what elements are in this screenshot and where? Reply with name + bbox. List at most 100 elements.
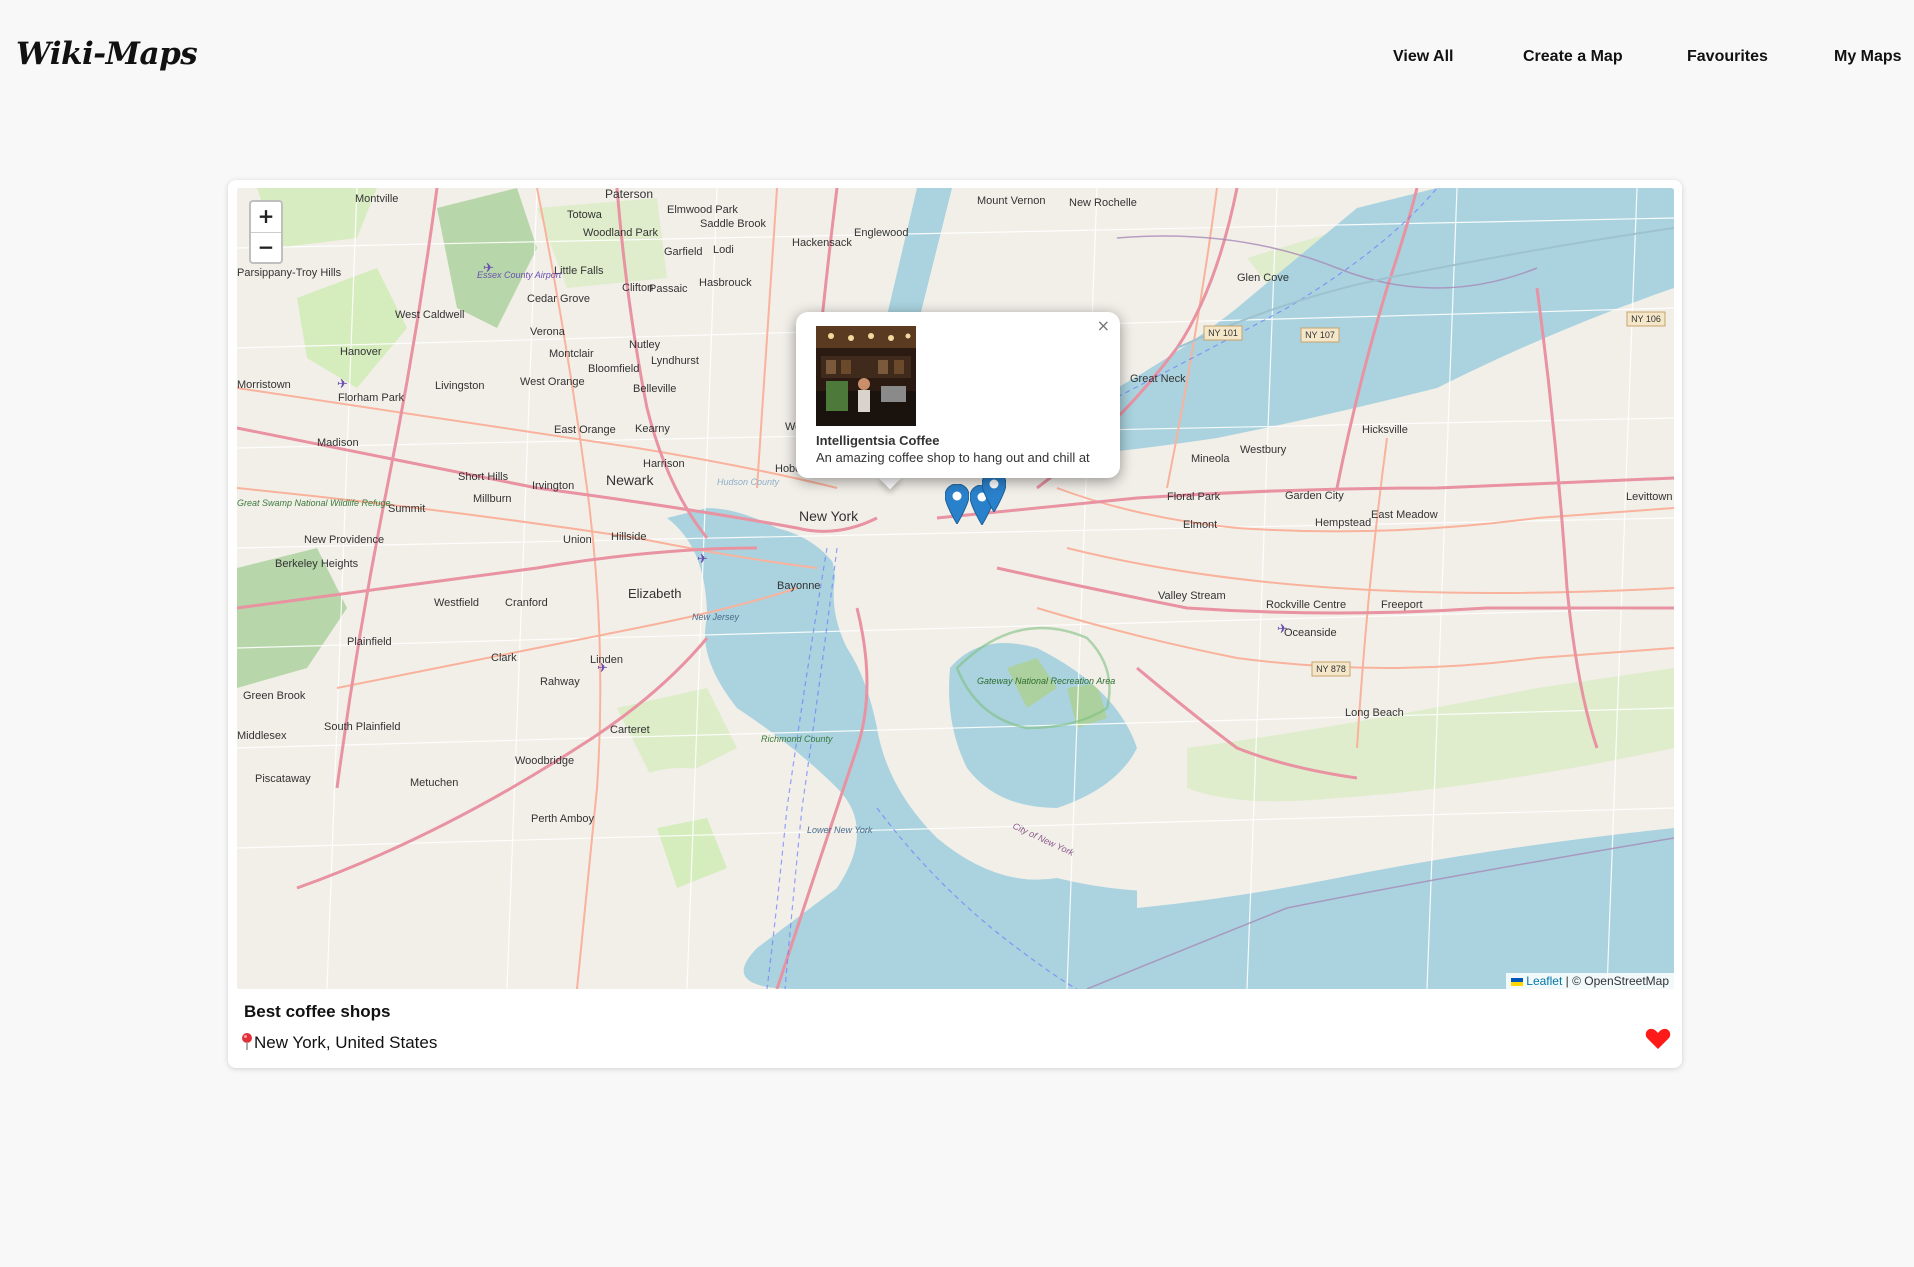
label-great-swamp: Great Swamp National Wildlife Refuge — [237, 498, 391, 508]
label-bayonne: Bayonne — [777, 580, 820, 592]
marker-popup: × Intelligentsia Coffee An amazing coffe… — [796, 312, 1120, 478]
map-marker-pin[interactable] — [982, 472, 1006, 512]
label-east-orange: East Orange — [554, 424, 616, 436]
label-east-meadow: East Meadow — [1371, 509, 1438, 521]
label-gateway: Gateway National Recreation Area — [977, 676, 1115, 686]
label-hudson-county: Hudson County — [717, 477, 780, 487]
label-saddle-brook: Saddle Brook — [700, 218, 767, 230]
label-woodbridge: Woodbridge — [515, 755, 574, 767]
location-pin-icon — [242, 1033, 252, 1050]
label-passaic: Passaic — [649, 283, 688, 295]
label-montclair: Montclair — [549, 348, 594, 360]
label-little-falls: Little Falls — [554, 265, 604, 277]
map-marker-pin[interactable] — [945, 484, 969, 524]
popup-close-button[interactable]: × — [1097, 316, 1110, 335]
airport-icon: ✈ — [337, 377, 348, 392]
label-kearny: Kearny — [635, 423, 670, 435]
label-mount-vernon: Mount Vernon — [977, 195, 1046, 207]
nav-my-maps[interactable]: My Maps — [1834, 48, 1902, 66]
map-tiles[interactable]: Paterson Mount Vernon New Rochelle Montv… — [237, 188, 1674, 989]
shield-ny-878: NY 878 — [1316, 664, 1346, 674]
label-woodland-park: Woodland Park — [583, 227, 659, 239]
map-location-text: New York, United States — [254, 1033, 438, 1052]
airport-icon: ✈ — [1277, 622, 1288, 637]
label-harrison: Harrison — [643, 458, 685, 470]
airport-icon: ✈ — [697, 552, 708, 567]
label-florham-park: Florham Park — [338, 392, 405, 404]
label-south-plainfield: South Plainfield — [324, 721, 400, 733]
label-union: Union — [563, 534, 592, 546]
label-clark: Clark — [491, 652, 517, 664]
label-oceanside: Oceanside — [1284, 627, 1337, 639]
label-green-brook: Green Brook — [243, 690, 306, 702]
leaflet-link[interactable]: Leaflet — [1526, 974, 1562, 988]
label-glen-cove: Glen Cove — [1237, 272, 1289, 284]
attribution-separator: | © — [1562, 974, 1585, 988]
label-livingston: Livingston — [435, 380, 485, 392]
label-parsippany: Parsippany-Troy Hills — [237, 267, 342, 279]
label-mineola: Mineola — [1191, 453, 1230, 465]
leaflet-map[interactable]: Paterson Mount Vernon New Rochelle Montv… — [237, 188, 1674, 989]
ukraine-flag-icon — [1511, 977, 1524, 986]
label-hasbrouck: Hasbrouck — [699, 277, 752, 289]
label-plainfield: Plainfield — [347, 636, 392, 648]
popup-title: Intelligentsia Coffee — [816, 433, 940, 448]
shield-ny-101: NY 101 — [1208, 328, 1238, 338]
label-belleville: Belleville — [633, 383, 676, 395]
airport-icon: ✈ — [483, 261, 494, 276]
label-new-york: New York — [799, 508, 859, 524]
osm-link[interactable]: OpenStreetMap — [1584, 974, 1669, 988]
shield-ny-106: NY 106 — [1631, 314, 1661, 324]
popup-description: An amazing coffee shop to hang out and c… — [816, 450, 1090, 465]
label-new-rochelle: New Rochelle — [1069, 197, 1137, 209]
label-new-jersey: New Jersey — [692, 612, 740, 622]
label-long-beach: Long Beach — [1345, 707, 1404, 719]
label-millburn: Millburn — [473, 493, 512, 505]
label-garfield: Garfield — [664, 246, 703, 258]
label-westfield: Westfield — [434, 597, 479, 609]
label-great-neck: Great Neck — [1130, 373, 1186, 385]
label-levittown: Levittown — [1626, 491, 1672, 503]
main-nav: View All Create a Map Favourites My Maps — [0, 48, 1914, 68]
label-lodi: Lodi — [713, 244, 734, 256]
label-cranford: Cranford — [505, 597, 548, 609]
coffee-shop-photo — [816, 326, 916, 426]
label-rockville-centre: Rockville Centre — [1266, 599, 1346, 611]
map-attribution: Leaflet | © OpenStreetMap — [1506, 973, 1674, 989]
label-floral-park: Floral Park — [1167, 491, 1221, 503]
label-lyndhurst: Lyndhurst — [651, 355, 699, 367]
label-morristown: Morristown — [237, 379, 291, 391]
label-valley-stream: Valley Stream — [1158, 590, 1226, 602]
nav-view-all[interactable]: View All — [1393, 48, 1453, 66]
label-nutley: Nutley — [629, 339, 661, 351]
zoom-in-button[interactable]: + — [251, 202, 281, 233]
label-perth-amboy: Perth Amboy — [531, 813, 594, 825]
label-cedar-grove: Cedar Grove — [527, 293, 590, 305]
label-piscataway: Piscataway — [255, 773, 311, 785]
map-card: Paterson Mount Vernon New Rochelle Montv… — [228, 180, 1682, 1068]
map-title[interactable]: Best coffee shops — [244, 1002, 390, 1022]
label-rahway: Rahway — [540, 676, 580, 688]
nav-create-map[interactable]: Create a Map — [1523, 48, 1623, 66]
label-middlesex: Middlesex — [237, 730, 287, 742]
label-berkeley-heights: Berkeley Heights — [275, 558, 359, 570]
label-totowa: Totowa — [567, 209, 603, 221]
label-hillside: Hillside — [611, 531, 646, 543]
label-west-caldwell: West Caldwell — [395, 309, 465, 321]
label-west-orange: West Orange — [520, 376, 585, 388]
label-bloomfield: Bloomfield — [588, 363, 639, 375]
label-hempstead: Hempstead — [1315, 517, 1371, 529]
nav-favourites[interactable]: Favourites — [1687, 48, 1768, 66]
label-lower-new-york: Lower New York — [807, 825, 873, 835]
label-englewood: Englewood — [854, 227, 908, 239]
label-montville: Montville — [355, 193, 398, 205]
favourite-heart-icon[interactable] — [1645, 1028, 1671, 1050]
top-header: Wiki-Maps View All Create a Map Favourit… — [0, 0, 1914, 115]
label-newark: Newark — [606, 472, 654, 488]
label-westbury: Westbury — [1240, 444, 1287, 456]
zoom-out-button[interactable]: − — [251, 233, 281, 263]
label-summit: Summit — [388, 503, 425, 515]
label-verona: Verona — [530, 326, 566, 338]
label-freeport: Freeport — [1381, 599, 1423, 611]
label-richmond-county: Richmond County — [761, 734, 833, 744]
